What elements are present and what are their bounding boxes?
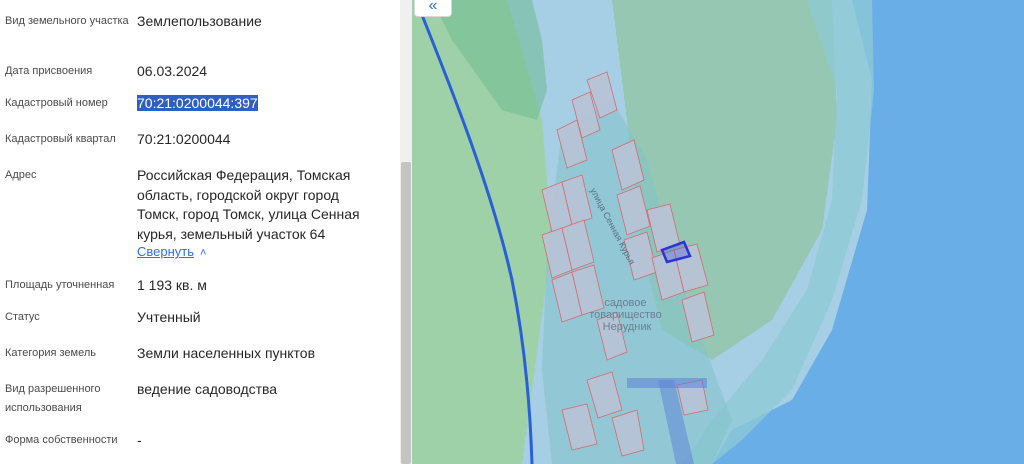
value-cadastral-quarter: 70:21:0200044 bbox=[137, 131, 231, 147]
map-canvas[interactable]: улица Сенная Курья садовое товарищество … bbox=[412, 0, 1024, 464]
area-label-line: товарищество bbox=[589, 309, 662, 321]
scrollbar-thumb[interactable] bbox=[401, 162, 411, 464]
value-cadastral-number[interactable]: 70:21:0200044:397 bbox=[137, 94, 387, 114]
value-area: 1 193 кв. м bbox=[137, 277, 207, 293]
value-permitted-use: ведение садоводства bbox=[137, 381, 278, 397]
label-status: Статус bbox=[5, 311, 40, 323]
value-ownership: - bbox=[137, 432, 142, 448]
label-cadastral-quarter: Кадастровый квартал bbox=[5, 133, 116, 145]
address-line: курья, земельный участок 64 bbox=[137, 225, 326, 242]
value-status: Учтенный bbox=[137, 309, 201, 325]
label-ownership: Форма собственности bbox=[5, 434, 118, 446]
info-panel: Вид земельного участка Землепользование … bbox=[0, 0, 400, 464]
label-address: Адрес bbox=[5, 169, 37, 181]
chevron-up-icon: ˄ bbox=[200, 247, 207, 259]
label-land-type: Вид земельного участка bbox=[5, 15, 129, 27]
label-category: Категория земель bbox=[5, 347, 96, 359]
label-permitted-use: Вид разрешенного использования bbox=[5, 383, 101, 414]
value-category: Земли населенных пунктов bbox=[137, 345, 316, 361]
value-address: Российская Федерация, Томская область, г… bbox=[137, 166, 387, 244]
address-line: область, городской округ город bbox=[137, 186, 339, 203]
address-line: Российская Федерация, Томская bbox=[137, 167, 351, 183]
label-assigned-date: Дата присвоения bbox=[5, 65, 93, 77]
area-label-line: Нерудник bbox=[603, 321, 652, 333]
map-view[interactable]: улица Сенная Курья садовое товарищество … bbox=[412, 0, 1024, 464]
label-cadastral-number: Кадастровый номер bbox=[5, 97, 108, 109]
collapse-address-link[interactable]: Свернуть ˄ bbox=[137, 244, 206, 259]
value-assigned-date: 06.03.2024 bbox=[137, 63, 208, 79]
label-area: Площадь уточненная bbox=[5, 279, 115, 291]
selected-text[interactable]: 70:21:0200044:397 bbox=[137, 95, 258, 111]
address-line: Томск, город Томск, улица Сенная bbox=[137, 206, 360, 222]
value-land-type: Землепользование bbox=[137, 13, 262, 29]
double-chevron-left-icon: « bbox=[428, 0, 438, 14]
collapse-panel-button[interactable]: « bbox=[414, 0, 452, 17]
area-label-line: садовое bbox=[604, 297, 646, 309]
collapse-label[interactable]: Свернуть bbox=[137, 244, 194, 259]
